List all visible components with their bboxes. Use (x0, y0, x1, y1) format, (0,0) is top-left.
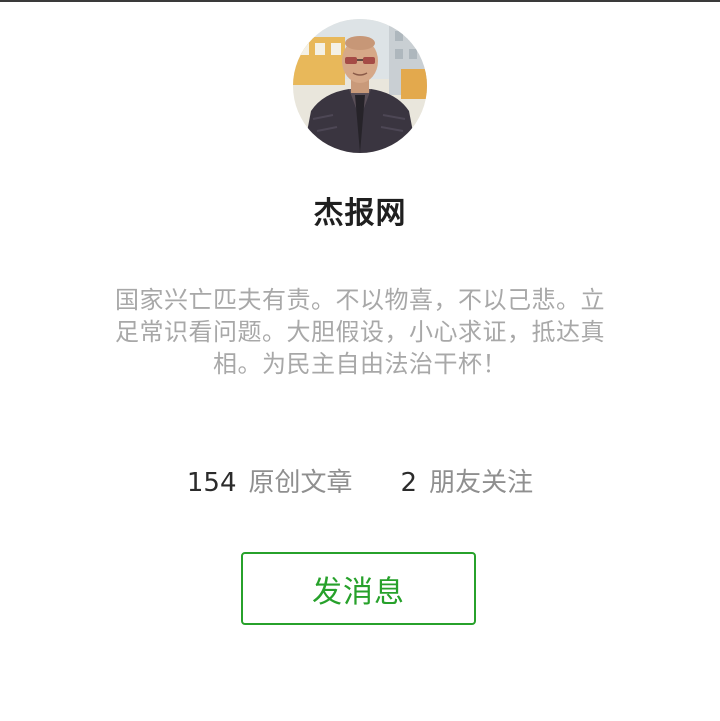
articles-stat[interactable]: 154 原创文章 (187, 466, 353, 500)
send-message-button[interactable]: 发消息 (241, 552, 476, 625)
friends-stat[interactable]: 2 朋友关注 (401, 466, 534, 500)
stats-row: 154 原创文章 2 朋友关注 (0, 466, 720, 500)
friends-label: 朋友关注 (429, 468, 534, 498)
account-bio: 国家兴亡匹夫有责。不以物喜，不以己悲。立足常识看问题。大胆假设，小心求证，抵达真… (115, 286, 605, 378)
articles-label: 原创文章 (248, 468, 353, 498)
top-divider (0, 0, 720, 2)
profile-photo-icon (293, 19, 427, 153)
friends-count: 2 (400, 468, 418, 498)
avatar[interactable] (293, 19, 427, 153)
account-name: 杰报网 (313, 196, 407, 231)
articles-count: 154 (186, 468, 237, 498)
